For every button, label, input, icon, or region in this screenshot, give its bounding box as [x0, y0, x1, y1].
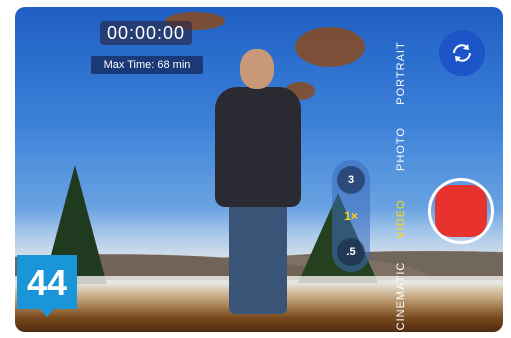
mode-photo[interactable]: PHOTO — [395, 109, 407, 189]
zoom-1x-button[interactable]: 1× — [337, 202, 365, 230]
record-button[interactable] — [428, 178, 494, 244]
max-time-label: Max Time: 68 min — [91, 56, 203, 74]
mode-video[interactable]: VIDEO — [395, 179, 407, 259]
zoom-selector: 3 1× .5 — [332, 160, 370, 272]
flip-camera-button[interactable] — [439, 30, 485, 76]
badge-pointer — [40, 309, 54, 317]
camera-viewfinder: 00:00:00 Max Time: 68 min 3 1× .5 PORTRA… — [15, 7, 503, 332]
recording-timer: 00:00:00 — [100, 21, 192, 45]
zoom-05x-button[interactable]: .5 — [337, 238, 365, 266]
record-icon — [435, 185, 487, 237]
rotate-camera-icon — [453, 44, 471, 62]
subject-person — [205, 49, 315, 319]
page-number-badge: 44 — [17, 255, 77, 309]
mode-cinematic[interactable]: CINEMATIC — [395, 256, 407, 332]
mode-portrait[interactable]: PORTRAIT — [395, 33, 407, 113]
zoom-3x-button[interactable]: 3 — [337, 166, 365, 194]
